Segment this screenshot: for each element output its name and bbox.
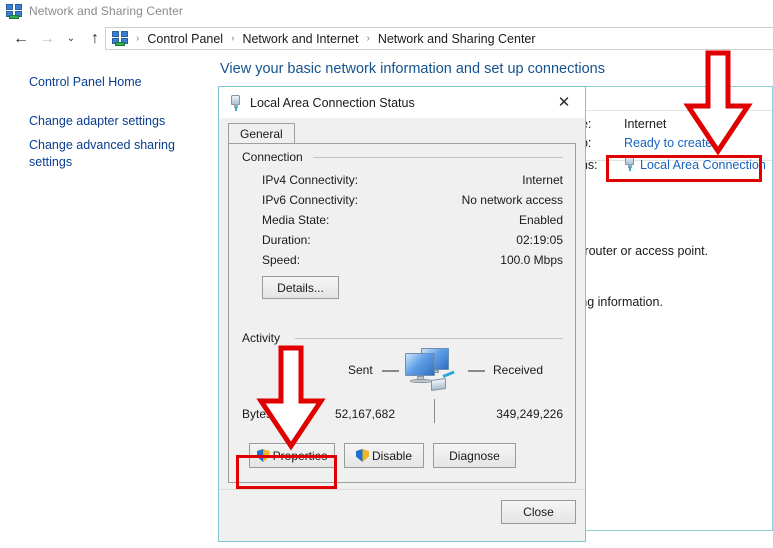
received-dash	[468, 370, 485, 372]
close-button[interactable]: Close	[501, 500, 576, 524]
general-tab-panel: Connection IPv4 Connectivity: Internet I…	[228, 143, 576, 483]
page-title: View your basic network information and …	[220, 61, 606, 77]
bytes-label: Bytes:	[242, 407, 276, 421]
breadcrumb-network-icon[interactable]	[112, 31, 128, 46]
connection-group-label: Connection	[242, 150, 308, 164]
tab-general[interactable]: General	[228, 123, 295, 144]
back-icon[interactable]: ←	[8, 26, 34, 52]
breadcrumb-separator-0: ›	[136, 33, 140, 44]
dialog-title: Local Area Connection Status	[250, 95, 415, 110]
window-titlebar: Network and Sharing Center	[0, 0, 773, 22]
tab-strip: General	[228, 123, 576, 144]
troubleshoot-paragraph: ting information.	[574, 295, 663, 309]
ipv4-connectivity-value: Internet	[522, 173, 563, 187]
ipv4-connectivity-label: IPv4 Connectivity:	[262, 173, 359, 187]
breadcrumb-separator-2: ›	[366, 33, 370, 44]
disable-button[interactable]: Disable	[344, 443, 424, 468]
media-state-value: Enabled	[518, 213, 563, 227]
breadcrumb[interactable]: › Control Panel › Network and Internet ›…	[105, 27, 773, 50]
dialog-footer-divider	[219, 489, 585, 490]
recent-locations-icon[interactable]: ⌄	[60, 26, 82, 52]
computers-network-icon	[401, 347, 463, 399]
bytes-received-value: 349,249,226	[496, 407, 563, 421]
local-area-connection-link[interactable]: Local Area Connection	[640, 158, 766, 172]
breadcrumb-separator-1: ›	[231, 33, 235, 44]
sidebar-item-change-advanced-sharing-settings[interactable]: Change advanced sharing settings	[29, 137, 204, 171]
homegroup-link[interactable]: Ready to create	[624, 136, 712, 150]
shield-icon	[256, 449, 270, 462]
breadcrumb-item-network-and-sharing-center[interactable]: Network and Sharing Center	[376, 32, 538, 46]
dialog-body: General Connection IPv4 Connectivity: In…	[219, 118, 585, 541]
details-button[interactable]: Details...	[262, 276, 339, 299]
sidebar: Control Panel Home Change adapter settin…	[0, 55, 213, 548]
properties-button-label: Properties	[272, 448, 328, 463]
properties-button[interactable]: Properties	[249, 443, 335, 468]
speed-label: Speed:	[262, 253, 301, 267]
window-title: Network and Sharing Center	[29, 4, 184, 18]
bytes-sent-value: 52,167,682	[334, 407, 395, 421]
disable-button-label: Disable	[371, 448, 413, 463]
shield-icon	[355, 449, 369, 462]
sidebar-item-change-adapter-settings[interactable]: Change adapter settings	[29, 113, 204, 130]
screen: Network and Sharing Center ← → ⌄ ↑ › Con…	[0, 0, 773, 548]
dialog-titlebar: Local Area Connection Status ✕	[219, 87, 585, 118]
access-type-value: Internet	[624, 117, 667, 131]
breadcrumb-item-control-panel[interactable]: Control Panel	[145, 32, 225, 46]
close-icon[interactable]: ✕	[543, 87, 585, 117]
sent-label: Sent	[348, 363, 373, 377]
forward-icon[interactable]: →	[34, 26, 60, 52]
dialog-ethernet-plug-icon	[230, 94, 241, 111]
ethernet-plug-icon	[624, 155, 635, 171]
sidebar-item-control-panel-home[interactable]: Control Panel Home	[29, 74, 204, 91]
activity-group-label: Activity	[242, 331, 286, 345]
ipv6-connectivity-label: IPv6 Connectivity:	[262, 193, 359, 207]
local-area-connection-status-dialog: Local Area Connection Status ✕ General C…	[218, 86, 586, 542]
diagnose-button[interactable]: Diagnose	[433, 443, 516, 468]
duration-label: Duration:	[262, 233, 311, 247]
speed-value: 100.0 Mbps	[500, 253, 563, 267]
media-state-label: Media State:	[262, 213, 330, 227]
connection-group-rule	[313, 157, 563, 158]
breadcrumb-item-network-and-internet[interactable]: Network and Internet	[240, 32, 360, 46]
setup-paragraph-1: a router or access point.	[574, 244, 709, 258]
sent-dash	[382, 370, 399, 372]
duration-value: 02:19:05	[516, 233, 563, 247]
received-label: Received	[493, 363, 544, 377]
network-icon	[6, 3, 22, 19]
ipv6-connectivity-value: No network access	[461, 193, 563, 207]
bytes-divider	[434, 399, 435, 423]
activity-group-rule	[295, 338, 563, 339]
